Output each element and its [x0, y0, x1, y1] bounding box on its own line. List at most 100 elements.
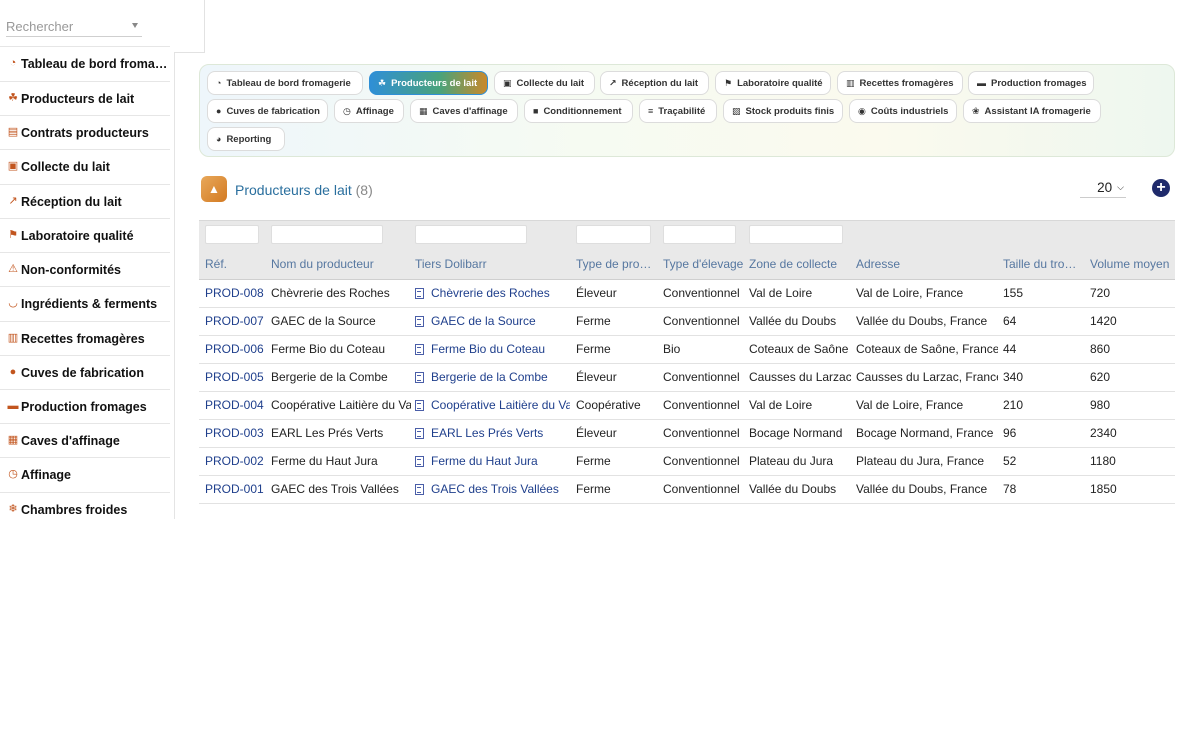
column-header[interactable]: Tiers Dolibarr — [415, 248, 570, 280]
ref-link[interactable]: PROD-007 — [205, 308, 265, 335]
barcode-icon: ≡ — [648, 106, 654, 116]
column-filter-input[interactable] — [576, 225, 651, 244]
tab[interactable]: ▣ Collecte du lait — [494, 71, 595, 95]
tab[interactable]: ↗ Réception du lait — [600, 71, 709, 95]
table-cell: Bio — [663, 342, 681, 356]
table-cell: Vallée du Doubs, France — [856, 314, 988, 328]
module-tabs-panel: ◔ Tableau de bord fromagerie ☘ Producteurs … — [199, 64, 1175, 157]
sidebar-item[interactable]: ▤ Contrats producteurs — [0, 115, 170, 149]
table-cell: Ferme — [576, 454, 611, 468]
building-icon — [415, 316, 424, 327]
table-cell: GAEC des Trois Vallées — [271, 482, 399, 496]
tiers-link[interactable]: GAEC de la Source — [415, 308, 570, 335]
ref-link[interactable]: PROD-004 — [205, 392, 265, 419]
column-filter-input[interactable] — [749, 225, 843, 244]
tab-label: Affinage — [355, 105, 394, 117]
tab[interactable]: ▥ Recettes fromagères — [837, 71, 963, 95]
tab[interactable]: ● Cuves de fabrication — [207, 99, 328, 123]
column-header[interactable]: Type d'élevage — [663, 248, 745, 280]
ref-link[interactable]: PROD-001 — [205, 476, 265, 503]
ref-link[interactable]: PROD-008 — [205, 280, 265, 307]
sidebar-item[interactable]: ▦ Caves d'affinage — [0, 423, 170, 457]
search-select[interactable]: Rechercher — [6, 17, 142, 37]
ref-link[interactable]: PROD-003 — [205, 420, 265, 447]
box-icon: ■ — [533, 106, 539, 116]
sidebar-item[interactable]: ⚠ Non-conformités — [0, 252, 170, 286]
tiers-link[interactable]: EARL Les Prés Verts — [415, 420, 570, 447]
tab[interactable]: ◔ Tableau de bord fromagerie — [207, 71, 363, 95]
building-icon — [415, 428, 424, 439]
tiers-link[interactable]: Ferme Bio du Coteau — [415, 336, 570, 363]
tab[interactable]: ◉ Coûts industriels — [849, 99, 957, 123]
table-cell: Ferme — [576, 482, 611, 496]
column-header[interactable]: Adresse — [856, 248, 998, 280]
ref-link[interactable]: PROD-002 — [205, 448, 265, 475]
tiers-link[interactable]: Ferme du Haut Jura — [415, 448, 570, 475]
page-size-select[interactable]: 20 ⌵ — [1080, 177, 1126, 198]
column-header[interactable]: Réf. — [205, 248, 265, 280]
sidebar-item[interactable]: ◷ Affinage — [0, 457, 170, 491]
tab[interactable]: ☘ Producteurs de lait — [369, 71, 488, 95]
sidebar-item[interactable]: ☘ Producteurs de lait — [0, 81, 170, 115]
tab[interactable]: ■ Conditionnement — [524, 99, 633, 123]
truck-icon: ▣ — [7, 160, 19, 172]
sidebar-item[interactable]: ⚑ Laboratoire qualité — [0, 218, 170, 252]
tab[interactable]: ▦ Caves d'affinage — [410, 99, 518, 123]
column-header[interactable]: Nom du producteur — [271, 248, 411, 280]
table-cell: Vallée du Doubs — [749, 482, 837, 496]
tiers-link[interactable]: Bergerie de la Combe — [415, 364, 570, 391]
warehouse-icon: ▦ — [7, 434, 19, 446]
sidebar-item[interactable]: ▥ Recettes fromagères — [0, 321, 170, 355]
tab[interactable]: ◕ Reporting — [207, 127, 285, 151]
tiers-link[interactable]: Chèvrerie des Roches — [415, 280, 570, 307]
sidebar-item-label: Caves d'affinage — [21, 433, 120, 448]
sidebar-item[interactable]: ▬ Production fromages — [0, 389, 170, 423]
table-cell: 860 — [1090, 342, 1111, 356]
sidebar-item[interactable]: ↗ Réception du lait — [0, 184, 170, 218]
tiers-link[interactable]: GAEC des Trois Vallées — [415, 476, 570, 503]
table-cell: 96 — [1003, 426, 1017, 440]
add-producer-button[interactable]: + — [1152, 179, 1170, 197]
farmer-tractor-icon: ☘ — [8, 92, 18, 104]
tiers-name: GAEC des Trois Vallées — [431, 482, 559, 496]
sidebar-item-label: Contrats producteurs — [21, 125, 149, 140]
tiers-name: Ferme du Haut Jura — [431, 454, 538, 468]
table-cell: Éleveur — [576, 286, 617, 300]
table-cell: 720 — [1090, 286, 1111, 300]
column-header[interactable]: Taille du troupeau — [1003, 248, 1083, 280]
sidebar-item[interactable]: ▣ Collecte du lait — [0, 149, 170, 183]
ref-link[interactable]: PROD-005 — [205, 364, 265, 391]
table-cell: Ferme du Haut Jura — [271, 454, 378, 468]
column-filter-input[interactable] — [663, 225, 736, 244]
sidebar-item[interactable]: ❄ Chambres froides — [0, 492, 170, 526]
tab[interactable]: ≡ Traçabilité — [639, 99, 717, 123]
ref-link[interactable]: PROD-006 — [205, 336, 265, 363]
sidebar-item-label: Chambres froides — [21, 502, 128, 517]
tab[interactable]: ▨ Stock produits finis — [723, 99, 843, 123]
sidebar-item-label: Producteurs de lait — [21, 91, 135, 106]
column-header[interactable]: Volume moyen — [1090, 248, 1170, 280]
table-cell: Ferme — [576, 314, 611, 328]
tab[interactable]: ❀ Assistant IA fromagerie — [963, 99, 1101, 123]
column-header[interactable]: Type de producteur — [576, 248, 658, 280]
sidebar-item[interactable]: ◔ Tableau de bord fromagerie — [0, 46, 170, 80]
book-icon: ▥ — [7, 332, 19, 344]
sidebar-item[interactable]: ◡ Ingrédients & ferments — [0, 286, 170, 320]
table-cell: Chèvrerie des Roches — [271, 286, 390, 300]
tiers-link[interactable]: Coopérative Laitière du Val — [415, 392, 570, 419]
tab[interactable]: ◷ Affinage — [334, 99, 404, 123]
table-row: PROD-004 Coopérative Laitière du Val Coopé… — [199, 392, 1175, 420]
tab[interactable]: ▬ Production fromages — [968, 71, 1094, 95]
column-filter-input[interactable] — [415, 225, 527, 244]
tab-label: Reporting — [226, 133, 272, 145]
column-header[interactable]: Zone de collecte — [749, 248, 851, 280]
sidebar-item[interactable]: ● Cuves de fabrication — [0, 355, 170, 389]
column-filter-input[interactable] — [271, 225, 383, 244]
table-cell: Causses du Larzac — [749, 370, 851, 384]
table-cell: 980 — [1090, 398, 1111, 412]
table-cell: 78 — [1003, 482, 1017, 496]
sidebar: Rechercher ◔ Tableau de bord fromagerie ☘ P… — [0, 0, 175, 519]
tab[interactable]: ⚑ Laboratoire qualité — [715, 71, 831, 95]
table-cell: Causses du Larzac, France — [856, 370, 998, 384]
column-filter-input[interactable] — [205, 225, 259, 244]
